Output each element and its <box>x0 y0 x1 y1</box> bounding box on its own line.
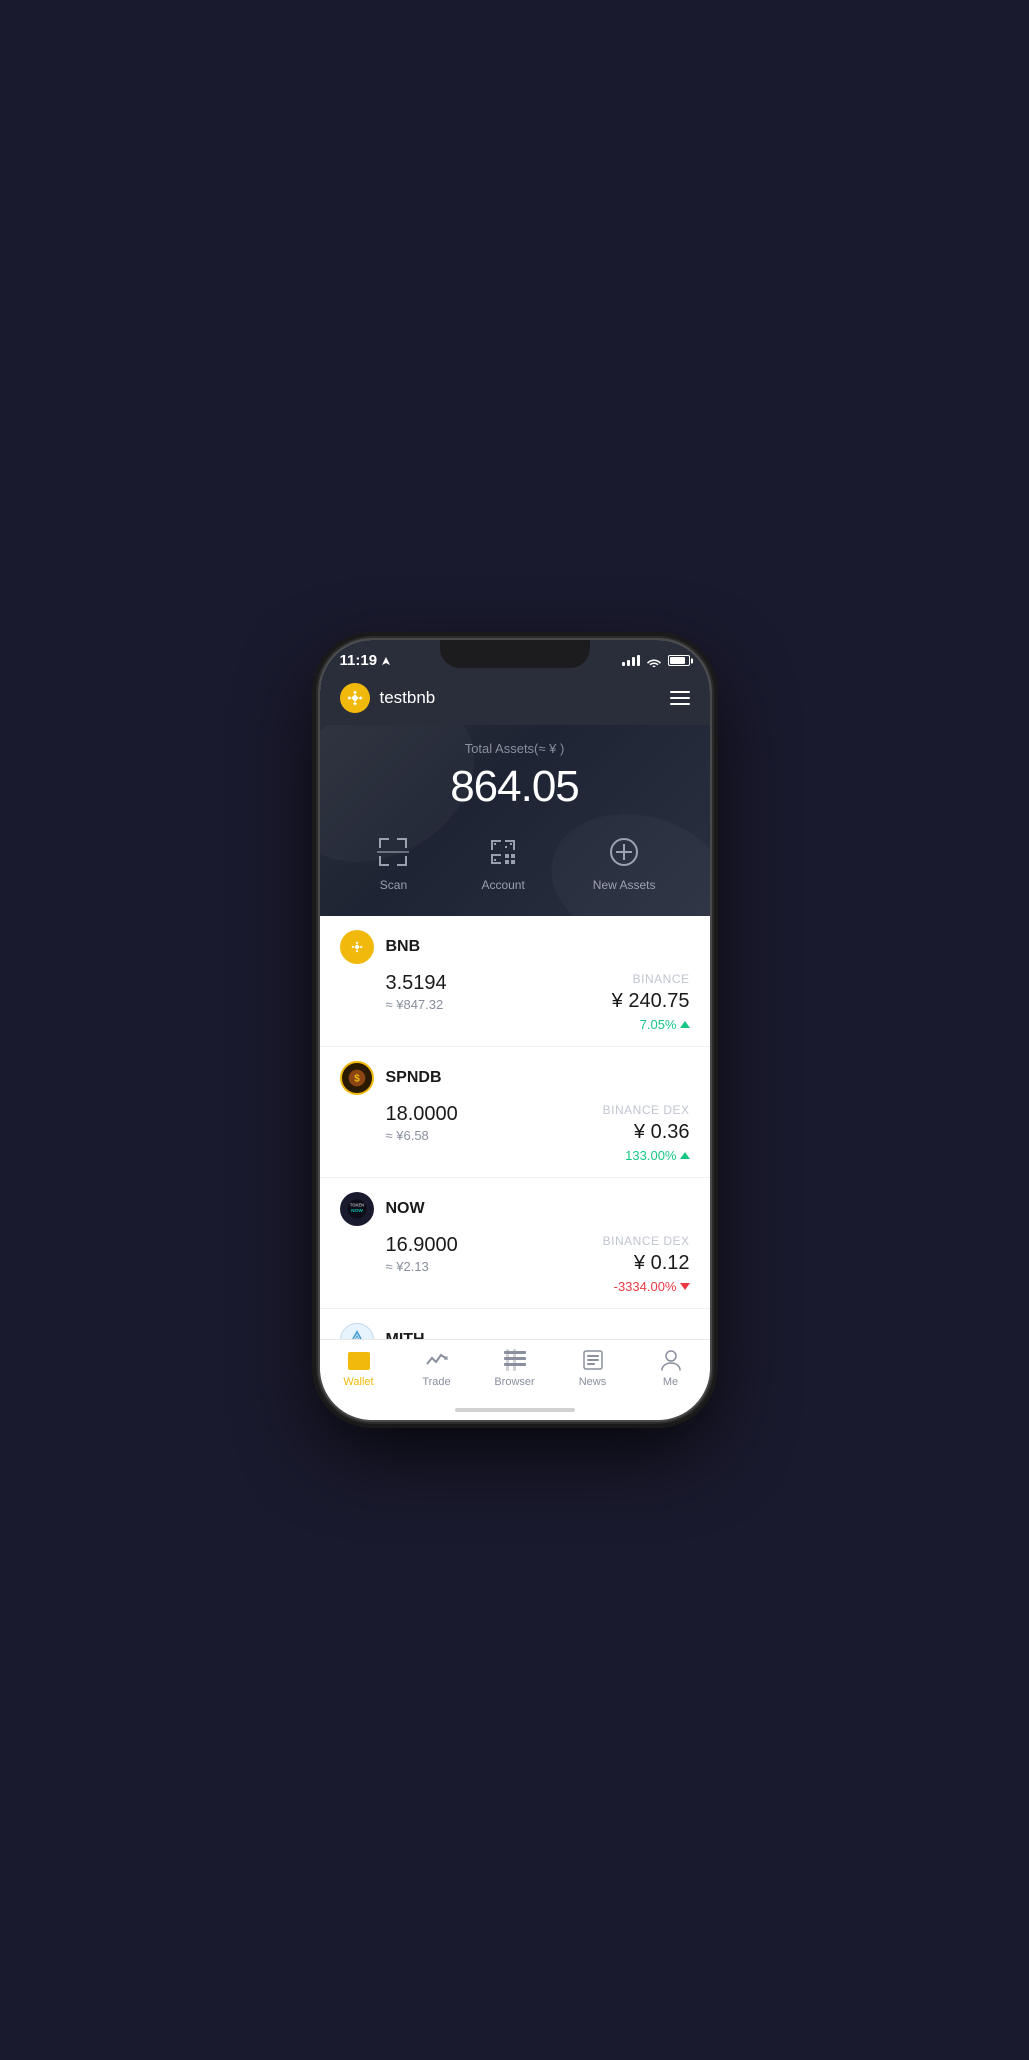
now-change: -3334.00% <box>614 1279 690 1294</box>
nav-browser[interactable]: Browser <box>485 1348 545 1388</box>
bnb-value-cny: ≈ ¥847.32 <box>386 997 447 1012</box>
battery-icon <box>668 655 690 666</box>
bnb-price: ¥ 240.75 <box>612 990 690 1013</box>
bnb-amount: 3.5194 <box>386 972 447 995</box>
nav-trade[interactable]: Trade <box>407 1348 467 1388</box>
new-assets-icon <box>604 832 644 872</box>
bnb-asset-logo <box>340 930 374 964</box>
time-text: 11:19 <box>340 652 378 669</box>
svg-text:NOW: NOW <box>351 1208 363 1214</box>
me-nav-label: Me <box>663 1376 678 1388</box>
asset-header-now: NOW TOKEN NOW <box>340 1192 690 1226</box>
bottom-nav: Wallet Trade <box>320 1339 710 1404</box>
menu-button[interactable] <box>670 691 690 705</box>
asset-list: BNB 3.5194 ≈ ¥847.32 Binance ¥ 240.75 7.… <box>320 916 710 1339</box>
hero-section: Total Assets(≈ ¥ ) 864.05 <box>320 725 710 916</box>
account-icon <box>483 832 523 872</box>
signal-bars-icon <box>622 655 640 666</box>
account-button[interactable]: Account <box>481 832 524 892</box>
trade-nav-label: Trade <box>422 1376 450 1388</box>
asset-item-bnb[interactable]: BNB 3.5194 ≈ ¥847.32 Binance ¥ 240.75 7.… <box>320 916 710 1047</box>
status-time-display: 11:19 <box>340 652 392 669</box>
now-details: 16.9000 ≈ ¥2.13 BINANCE DEX ¥ 0.12 -3334… <box>340 1234 690 1294</box>
bnb-change: 7.05% <box>640 1017 690 1032</box>
asset-header-mith: MITH <box>340 1323 690 1339</box>
spndb-details: 18.0000 ≈ ¥6.58 BINANCE DEX ¥ 0.36 133.0… <box>340 1103 690 1163</box>
scan-label: Scan <box>380 878 407 892</box>
scan-icon <box>373 832 413 872</box>
spndb-price: ¥ 0.36 <box>634 1121 690 1144</box>
home-bar <box>455 1408 575 1412</box>
me-icon <box>659 1348 683 1372</box>
spndb-right: BINANCE DEX ¥ 0.36 133.00% <box>603 1103 690 1163</box>
trade-icon <box>425 1348 449 1372</box>
nav-wallet[interactable]: Wallet <box>329 1348 389 1388</box>
spndb-amount: 18.0000 <box>386 1103 458 1126</box>
news-nav-label: News <box>579 1376 607 1388</box>
wallet-nav-label: Wallet <box>343 1376 373 1388</box>
now-asset-logo: NOW TOKEN <box>340 1192 374 1226</box>
bnb-change-up-icon <box>680 1021 690 1028</box>
notch <box>440 640 590 668</box>
svg-text:TOKEN: TOKEN <box>349 1202 363 1207</box>
spndb-change-up-icon <box>680 1152 690 1159</box>
spndb-asset-logo: $ <box>340 1061 374 1095</box>
now-right: BINANCE DEX ¥ 0.12 -3334.00% <box>603 1234 690 1294</box>
spndb-symbol: SPNDB <box>386 1069 442 1087</box>
spndb-left: 18.0000 ≈ ¥6.58 <box>386 1103 458 1143</box>
nav-me[interactable]: Me <box>641 1348 701 1388</box>
spndb-change: 133.00% <box>625 1148 689 1163</box>
spndb-exchange: BINANCE DEX <box>603 1103 690 1117</box>
mith-asset-logo <box>340 1323 374 1339</box>
new-assets-button[interactable]: New Assets <box>593 832 656 892</box>
now-amount: 16.9000 <box>386 1234 458 1257</box>
scan-button[interactable]: Scan <box>373 832 413 892</box>
asset-header-spndb: $ SPNDB <box>340 1061 690 1095</box>
asset-header-bnb: BNB <box>340 930 690 964</box>
wifi-icon <box>646 655 662 667</box>
phone-frame: 11:19 <box>320 640 710 1420</box>
now-change-down-icon <box>680 1283 690 1290</box>
location-arrow-icon <box>381 656 391 666</box>
browser-nav-label: Browser <box>494 1376 534 1388</box>
now-value-cny: ≈ ¥2.13 <box>386 1259 458 1274</box>
now-symbol: NOW <box>386 1200 425 1218</box>
bnb-left: 3.5194 ≈ ¥847.32 <box>386 972 447 1012</box>
status-icons <box>622 655 690 667</box>
now-exchange: BINANCE DEX <box>603 1234 690 1248</box>
bnb-details: 3.5194 ≈ ¥847.32 Binance ¥ 240.75 7.05% <box>340 972 690 1032</box>
hero-actions: Scan <box>340 832 690 892</box>
home-indicator <box>320 1404 710 1420</box>
news-icon <box>581 1348 605 1372</box>
header-title: testbnb <box>380 688 436 708</box>
now-price: ¥ 0.12 <box>634 1252 690 1275</box>
asset-item-spndb[interactable]: $ SPNDB 18.0000 ≈ ¥6.58 BINANCE DEX ¥ 0.… <box>320 1047 710 1178</box>
svg-text:$: $ <box>354 1073 360 1084</box>
header-left: testbnb <box>340 683 436 713</box>
mith-symbol: MITH <box>386 1331 425 1339</box>
bnb-exchange: Binance <box>633 972 690 986</box>
asset-item-mith[interactable]: MITH 22.8900 ≈ ¥8.02 BINANCE DEX ¥ 0.35 … <box>320 1309 710 1339</box>
phone-screen: 11:19 <box>320 640 710 1420</box>
asset-item-now[interactable]: NOW TOKEN NOW 16.9000 ≈ ¥2.13 BINANCE DE… <box>320 1178 710 1309</box>
wallet-icon <box>347 1348 371 1372</box>
now-left: 16.9000 ≈ ¥2.13 <box>386 1234 458 1274</box>
app-header: testbnb <box>320 675 710 725</box>
spndb-value-cny: ≈ ¥6.58 <box>386 1128 458 1143</box>
bnb-symbol: BNB <box>386 938 421 956</box>
bnb-logo-icon <box>340 683 370 713</box>
bnb-right: Binance ¥ 240.75 7.05% <box>612 972 690 1032</box>
total-assets-value: 864.05 <box>340 762 690 812</box>
nav-news[interactable]: News <box>563 1348 623 1388</box>
new-assets-label: New Assets <box>593 878 656 892</box>
total-assets-label: Total Assets(≈ ¥ ) <box>340 741 690 756</box>
browser-icon <box>503 1348 527 1372</box>
account-label: Account <box>481 878 524 892</box>
